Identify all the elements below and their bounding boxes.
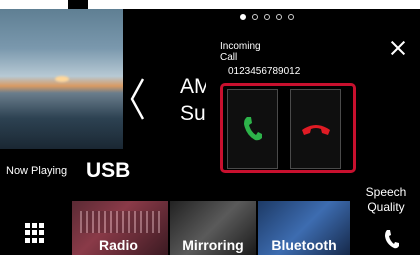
page-dot <box>276 14 282 20</box>
current-source: USB <box>86 159 131 182</box>
sun-glow <box>55 76 69 82</box>
incoming-call-title: Incoming Call <box>220 41 261 63</box>
page-dot <box>264 14 270 20</box>
bluetooth-label: Bluetooth <box>271 237 337 253</box>
page-dot <box>240 14 246 20</box>
phone-reject-icon <box>301 125 330 135</box>
page-indicator <box>240 14 294 20</box>
menu-grid-icon[interactable] <box>25 223 45 243</box>
top-tab <box>68 0 88 9</box>
bluetooth-shortcut[interactable]: Bluetooth <box>258 201 350 255</box>
top-strip <box>0 0 420 9</box>
page-dot <box>252 14 258 20</box>
now-playing-label: Now Playing <box>6 165 68 177</box>
bottom-shortcut-bar: Radio Mirroring Bluetooth <box>0 201 420 255</box>
previous-arrow-icon[interactable] <box>128 77 148 121</box>
mirroring-shortcut[interactable]: Mirroring <box>170 201 256 255</box>
phone-icon[interactable] <box>384 229 400 251</box>
radio-label: Radio <box>99 237 138 253</box>
reject-call-button[interactable] <box>290 89 341 169</box>
page-dot <box>288 14 294 20</box>
mirroring-label: Mirroring <box>182 237 244 253</box>
head-unit-screen: AM Sur Now Playing USB Incoming Call 012… <box>0 9 420 255</box>
album-art <box>0 9 123 149</box>
phone-accept-icon <box>243 117 262 141</box>
accept-call-button[interactable] <box>227 89 278 169</box>
radio-shortcut[interactable]: Radio <box>72 201 168 255</box>
close-icon[interactable] <box>390 40 406 56</box>
caller-number: 0123456789012 <box>228 66 301 77</box>
